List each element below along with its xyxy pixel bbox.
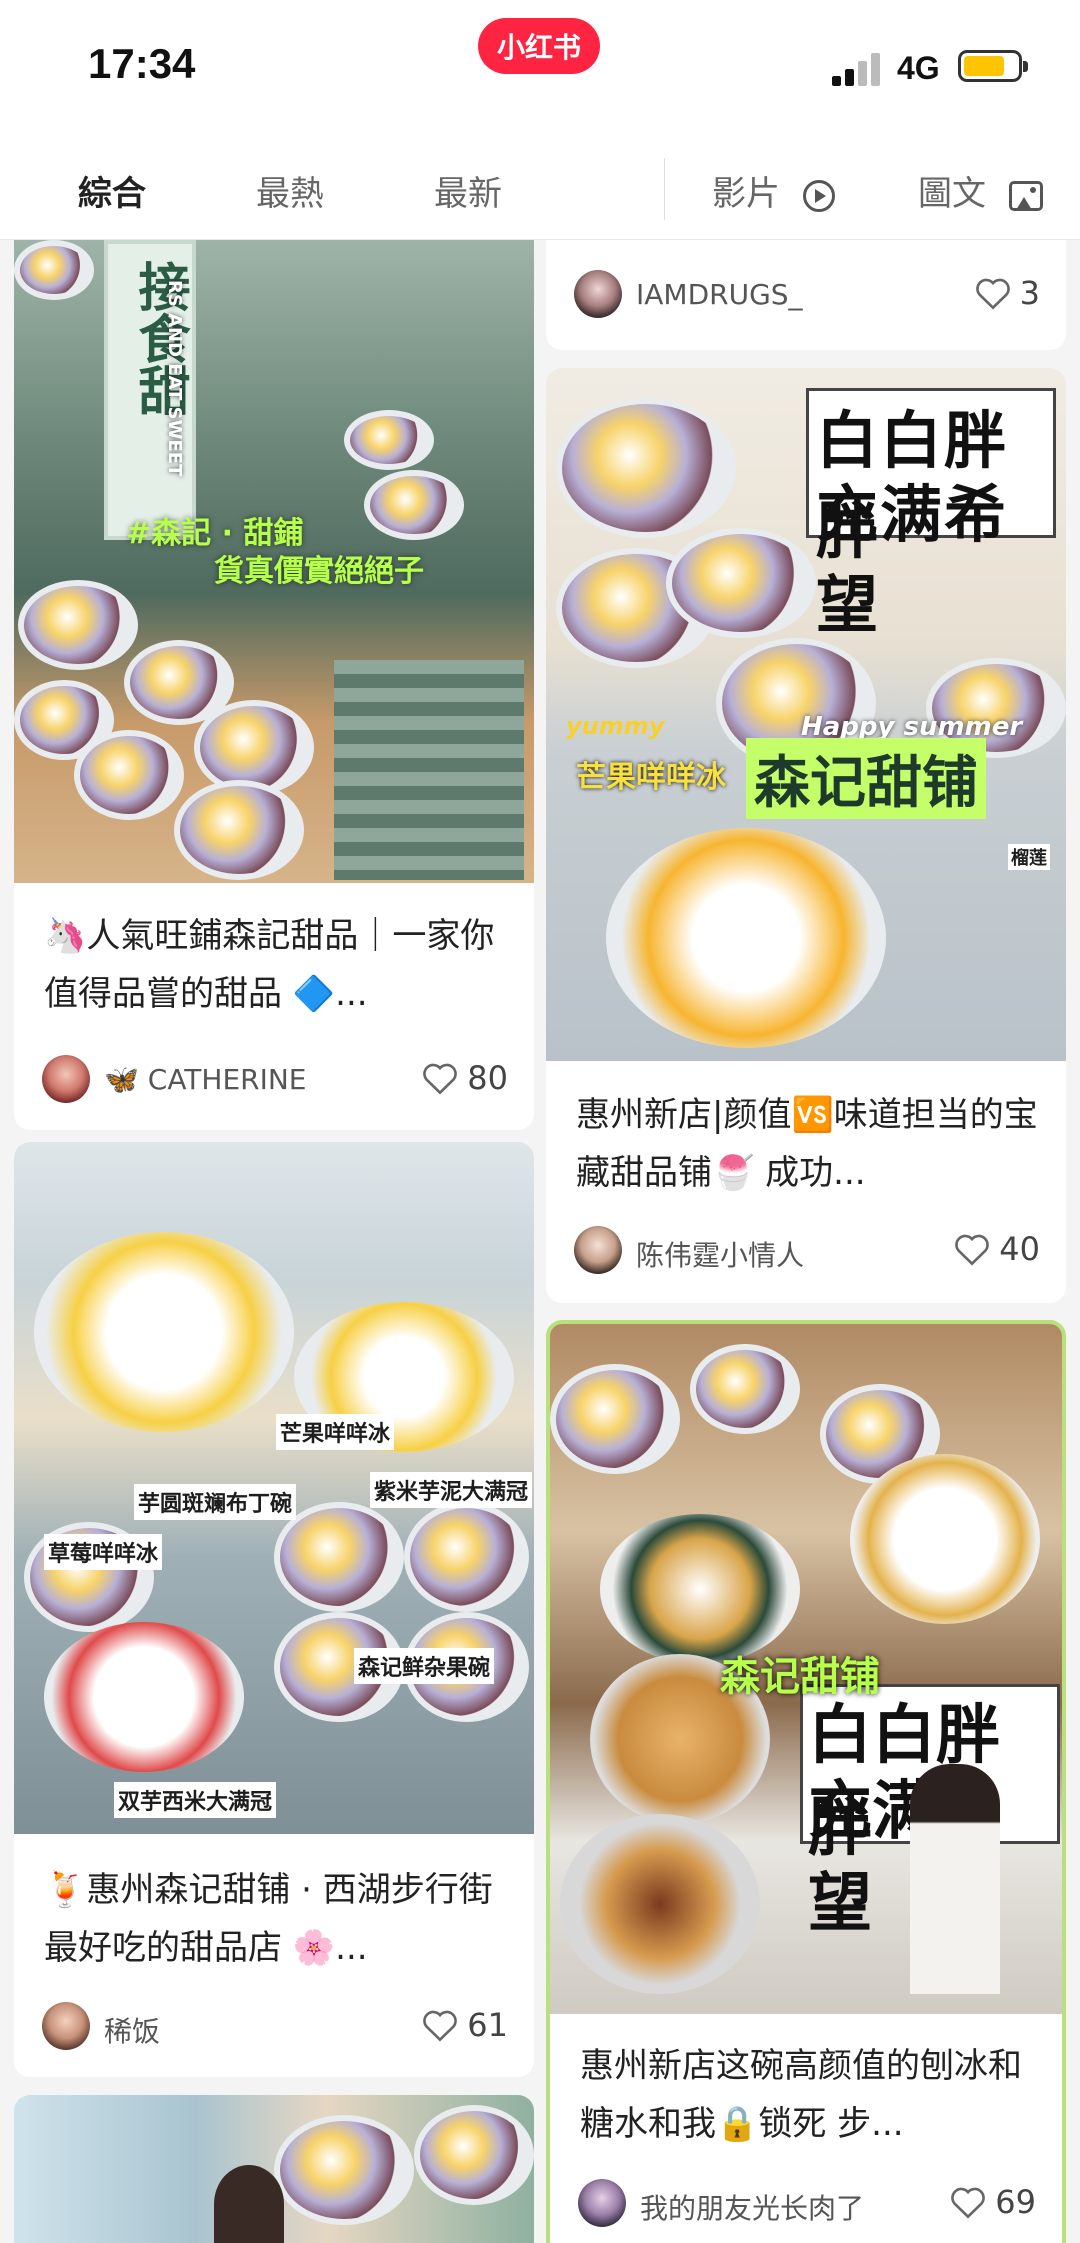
note-title[interactable]: 惠州新店这碗高颜值的刨冰和糖水和我🔒锁死 步...	[580, 2037, 1038, 2153]
note-card[interactable]: 接食甜 RS AND EAT SWEET #森記 · 甜鋪 貨真價實絕絕子 🦄人…	[14, 240, 534, 1130]
overlay-shop-name: 森记甜铺	[746, 738, 986, 819]
image-icon	[1008, 180, 1043, 211]
overlay-shop-name: 森记甜铺	[720, 1654, 880, 1700]
like-button[interactable]: 69	[949, 2183, 1036, 2221]
heart-icon	[423, 1063, 458, 1095]
author-name[interactable]: 🦋 CATHERINE	[104, 1063, 307, 1096]
note-title[interactable]: 惠州新店|颜值🆚味道担当的宝藏甜品铺🍧 成功...	[576, 1086, 1042, 1202]
overlay-label: 草莓咩咩冰	[44, 1534, 163, 1570]
overlay-label: 芒果咩咩冰	[576, 760, 726, 795]
author-avatar[interactable]	[578, 2179, 626, 2227]
filter-tabs: 綜合 最熱 最新 影片 圖文	[0, 140, 1080, 240]
note-title[interactable]: 🍹惠州森记甜铺 · 西湖步行街最好吃的甜品店 🌸...	[44, 1861, 510, 1977]
like-button[interactable]: 40	[953, 1230, 1040, 1268]
note-card[interactable]	[14, 2095, 534, 2243]
note-cover-image[interactable]: 白白胖胖 充满希望 森记甜铺	[550, 1324, 1062, 2014]
heart-icon	[975, 278, 1010, 310]
overlay-label: 榴莲	[1008, 844, 1050, 870]
heart-icon	[955, 1234, 990, 1266]
note-card[interactable]: 芒果咩咩冰 紫米芋泥大满冠 芋圆斑斓布丁碗 草莓咩咩冰 森记鲜杂果碗 双芋西米大…	[14, 1142, 534, 2077]
tab-all[interactable]: 綜合	[78, 166, 146, 215]
author-name[interactable]: 我的朋友光长肉了	[640, 2187, 864, 2227]
overlay-label: 芒果咩咩冰	[276, 1414, 395, 1450]
battery-icon	[958, 50, 1028, 82]
author-avatar[interactable]	[42, 2002, 90, 2050]
overlay-yummy: yummy	[566, 712, 665, 740]
tab-video[interactable]: 影片	[712, 166, 835, 215]
like-count: 69	[995, 2183, 1036, 2221]
note-footer: IAMDRUGS_ 3	[574, 270, 1040, 320]
overlay-label: 双芋西米大满冠	[114, 1782, 277, 1818]
note-cover-image[interactable]: 芒果咩咩冰 紫米芋泥大满冠 芋圆斑斓布丁碗 草莓咩咩冰 森记鲜杂果碗 双芋西米大…	[14, 1142, 534, 1834]
note-title[interactable]: 🦄人氣旺鋪森記甜品｜一家你值得品嘗的甜品 🔷...	[44, 907, 510, 1023]
note-card[interactable]: IAMDRUGS_ 3	[546, 240, 1066, 350]
note-card[interactable]: 白白胖胖 充满希望 森记甜铺 惠州新店这碗高颜值的刨冰和糖水和我🔒锁死 步...…	[546, 1320, 1066, 2243]
note-footer: 稀饭 61	[42, 2002, 508, 2052]
note-card[interactable]: 白白胖胖 充满希望 yummy Happy summer 芒果咩咩冰 森记甜铺 …	[546, 368, 1066, 1303]
note-cover-image[interactable]: 接食甜 RS AND EAT SWEET #森記 · 甜鋪 貨真價實絕絕子	[14, 240, 534, 883]
signal-icon	[832, 52, 884, 86]
author-name[interactable]: IAMDRUGS_	[636, 278, 803, 311]
tab-latest[interactable]: 最新	[434, 166, 502, 215]
sign-subtext: RS AND EAT SWEET	[164, 280, 185, 477]
note-cover-image[interactable]: 白白胖胖 充满希望 yummy Happy summer 芒果咩咩冰 森记甜铺 …	[546, 368, 1066, 1061]
like-count: 3	[1019, 274, 1040, 312]
status-time: 17:34	[88, 40, 196, 87]
overlay-banner: 充满希望	[816, 478, 1009, 641]
author-avatar[interactable]	[42, 1055, 90, 1103]
sign-text: 接食甜	[129, 260, 189, 416]
play-circle-icon	[802, 179, 835, 212]
app-logo: 小红书	[478, 18, 600, 74]
heart-icon	[951, 2187, 986, 2219]
like-button[interactable]: 3	[974, 274, 1040, 312]
overlay-label: 森记鲜杂果碗	[354, 1648, 495, 1684]
tab-divider	[664, 158, 665, 220]
like-count: 61	[467, 2006, 508, 2044]
like-button[interactable]: 61	[421, 2006, 508, 2044]
author-name[interactable]: 陈伟霆小情人	[636, 1234, 804, 1274]
note-footer: 陈伟霆小情人 40	[574, 1226, 1040, 1276]
author-avatar[interactable]	[574, 270, 622, 318]
tab-video-label: 影片	[712, 174, 780, 214]
tab-image-text[interactable]: 圖文	[918, 166, 1043, 215]
network-type: 4G	[897, 50, 940, 86]
like-count: 80	[467, 1059, 508, 1097]
like-count: 40	[999, 1230, 1040, 1268]
note-footer: 🦋 CATHERINE 80	[42, 1055, 508, 1105]
tab-image-text-label: 圖文	[918, 174, 986, 214]
heart-icon	[423, 2010, 458, 2042]
overlay-label: 紫米芋泥大满冠	[370, 1472, 533, 1508]
note-footer: 我的朋友光长肉了 69	[578, 2179, 1036, 2229]
like-button[interactable]: 80	[421, 1059, 508, 1097]
author-name[interactable]: 稀饭	[104, 2010, 160, 2050]
status-bar: 17:34 小红书 4G	[0, 0, 1080, 140]
note-cover-image[interactable]	[14, 2095, 534, 2243]
overlay-label: 芋圆斑斓布丁碗	[134, 1484, 297, 1520]
overlay-caption: 貨真價實絕絕子	[214, 554, 424, 589]
tab-hot[interactable]: 最熱	[256, 166, 324, 215]
author-avatar[interactable]	[574, 1226, 622, 1274]
